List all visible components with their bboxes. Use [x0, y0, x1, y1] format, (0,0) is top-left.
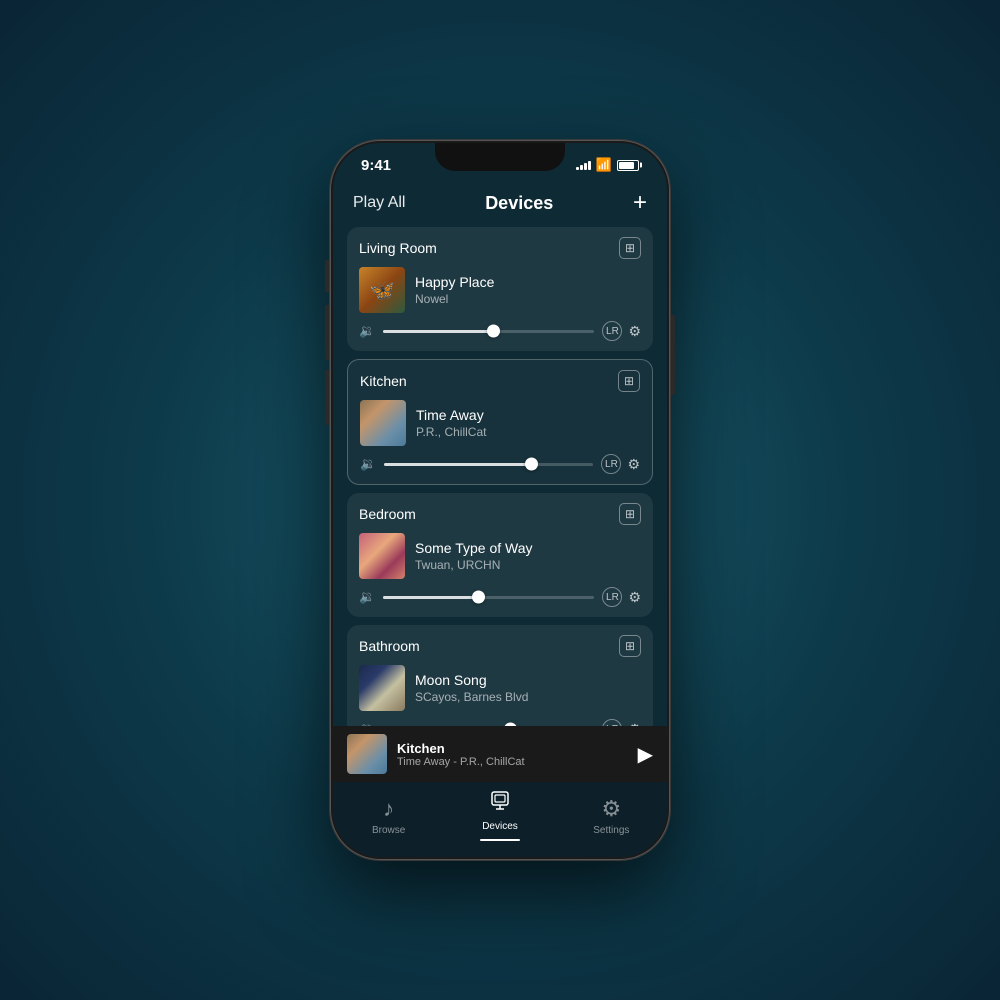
add-group-btn-kitchen[interactable]: ⊞ — [618, 370, 640, 392]
device-name-kitchen: Kitchen — [360, 373, 407, 389]
volume-slider-kitchen[interactable] — [384, 463, 593, 466]
battery-icon — [617, 160, 639, 171]
now-playing-play-button[interactable]: ▶ — [638, 742, 653, 767]
mute-button — [325, 260, 329, 292]
device-name-living-room: Living Room — [359, 240, 437, 256]
plus-square-icon-bedroom: ⊞ — [625, 507, 635, 521]
device-header-bathroom: Bathroom ⊞ — [359, 635, 641, 657]
browse-icon: ♪ — [383, 796, 394, 822]
device-card-bathroom: Bathroom ⊞ Moon Song SCayos, Barnes Blvd… — [347, 625, 653, 726]
page-title: Devices — [485, 193, 553, 214]
volume-row-bedroom: 🔉 LR ⚙ — [359, 587, 641, 607]
volume-icon-kitchen: 🔉 — [360, 456, 376, 472]
track-row-kitchen[interactable]: Time Away P.R., ChillCat — [360, 400, 640, 446]
settings-icon-kitchen[interactable]: ⚙ — [627, 456, 640, 473]
album-art-bedroom — [359, 533, 405, 579]
track-name-bedroom: Some Type of Way — [415, 540, 641, 556]
track-artist-bathroom: SCayos, Barnes Blvd — [415, 690, 641, 704]
device-header-kitchen: Kitchen ⊞ — [360, 370, 640, 392]
add-group-btn-living-room[interactable]: ⊞ — [619, 237, 641, 259]
volume-row-kitchen: 🔉 LR ⚙ — [360, 454, 640, 474]
now-playing-art — [347, 734, 387, 774]
now-playing-info: Kitchen Time Away - P.R., ChillCat — [397, 741, 628, 768]
volume-down-button — [325, 370, 329, 425]
track-artist-bedroom: Twuan, URCHN — [415, 558, 641, 572]
track-name-bathroom: Moon Song — [415, 672, 641, 688]
vol-controls-living-room: LR ⚙ — [602, 321, 641, 341]
track-info-kitchen: Time Away P.R., ChillCat — [416, 407, 640, 439]
volume-row-living-room: 🔉 LR ⚙ — [359, 321, 641, 341]
volume-slider-living-room[interactable] — [383, 330, 594, 333]
track-artist-living-room: Nowel — [415, 292, 641, 306]
track-row-bedroom[interactable]: Some Type of Way Twuan, URCHN — [359, 533, 641, 579]
tab-settings[interactable]: ⚙ Settings — [556, 796, 667, 836]
phone-screen: 9:41 📶 Play All Devices + — [333, 143, 667, 857]
devices-icon — [489, 790, 511, 818]
vol-controls-bathroom: LR ⚙ — [602, 719, 641, 726]
track-info-living-room: Happy Place Nowel — [415, 274, 641, 306]
volume-icon-bedroom: 🔉 — [359, 589, 375, 605]
track-name-living-room: Happy Place — [415, 274, 641, 290]
plus-square-icon: ⊞ — [625, 241, 635, 255]
track-row-bathroom[interactable]: Moon Song SCayos, Barnes Blvd — [359, 665, 641, 711]
device-header-living-room: Living Room ⊞ — [359, 237, 641, 259]
settings-tab-icon: ⚙ — [601, 796, 621, 822]
power-button — [671, 315, 675, 395]
status-bar: 9:41 📶 — [333, 143, 667, 187]
add-group-btn-bedroom[interactable]: ⊞ — [619, 503, 641, 525]
device-card-kitchen: Kitchen ⊞ Time Away P.R., ChillCat 🔉 — [347, 359, 653, 485]
lr-badge-bathroom[interactable]: LR — [602, 719, 622, 726]
vol-controls-bedroom: LR ⚙ — [602, 587, 641, 607]
device-list: Living Room ⊞ 🦋 Happy Place Nowel 🔉 — [333, 227, 667, 726]
album-art-living-room: 🦋 — [359, 267, 405, 313]
volume-row-bathroom: 🔉 LR ⚙ — [359, 719, 641, 726]
lr-badge-bedroom[interactable]: LR — [602, 587, 622, 607]
volume-icon-living-room: 🔉 — [359, 323, 375, 339]
tab-browse[interactable]: ♪ Browse — [333, 796, 444, 836]
device-card-living-room: Living Room ⊞ 🦋 Happy Place Nowel 🔉 — [347, 227, 653, 351]
tab-browse-label: Browse — [372, 825, 405, 836]
add-group-btn-bathroom[interactable]: ⊞ — [619, 635, 641, 657]
device-card-bedroom: Bedroom ⊞ Some Type of Way Twuan, URCHN … — [347, 493, 653, 617]
plus-square-icon-bathroom: ⊞ — [625, 639, 635, 653]
tab-active-indicator — [480, 839, 520, 841]
wifi-icon: 📶 — [596, 157, 612, 173]
now-playing-track: Time Away - P.R., ChillCat — [397, 756, 628, 768]
tab-devices[interactable]: Devices — [444, 790, 555, 841]
now-playing-room: Kitchen — [397, 741, 628, 756]
signal-icon — [576, 161, 591, 170]
track-name-kitchen: Time Away — [416, 407, 640, 423]
device-header-bedroom: Bedroom ⊞ — [359, 503, 641, 525]
header: Play All Devices + — [333, 187, 667, 227]
plus-square-icon-kitchen: ⊞ — [624, 374, 634, 388]
phone-frame: 9:41 📶 Play All Devices + — [330, 140, 670, 860]
volume-slider-bedroom[interactable] — [383, 596, 594, 599]
status-icons: 📶 — [576, 157, 639, 173]
tab-settings-label: Settings — [593, 825, 629, 836]
album-art-bathroom — [359, 665, 405, 711]
volume-up-button — [325, 305, 329, 360]
tab-devices-label: Devices — [482, 821, 518, 832]
track-info-bathroom: Moon Song SCayos, Barnes Blvd — [415, 672, 641, 704]
settings-icon-living-room[interactable]: ⚙ — [628, 323, 641, 340]
track-info-bedroom: Some Type of Way Twuan, URCHN — [415, 540, 641, 572]
settings-icon-bedroom[interactable]: ⚙ — [628, 589, 641, 606]
track-artist-kitchen: P.R., ChillCat — [416, 425, 640, 439]
lr-badge-living-room[interactable]: LR — [602, 321, 622, 341]
device-name-bathroom: Bathroom — [359, 638, 420, 654]
track-row-living-room[interactable]: 🦋 Happy Place Nowel — [359, 267, 641, 313]
vol-controls-kitchen: LR ⚙ — [601, 454, 640, 474]
lr-badge-kitchen[interactable]: LR — [601, 454, 621, 474]
album-art-kitchen — [360, 400, 406, 446]
now-playing-bar[interactable]: Kitchen Time Away - P.R., ChillCat ▶ — [333, 726, 667, 782]
device-name-bedroom: Bedroom — [359, 506, 416, 522]
status-time: 9:41 — [361, 157, 391, 174]
add-device-button[interactable]: + — [633, 191, 647, 215]
play-all-button[interactable]: Play All — [353, 194, 405, 212]
tab-bar: ♪ Browse Devices ⚙ Settings — [333, 782, 667, 857]
